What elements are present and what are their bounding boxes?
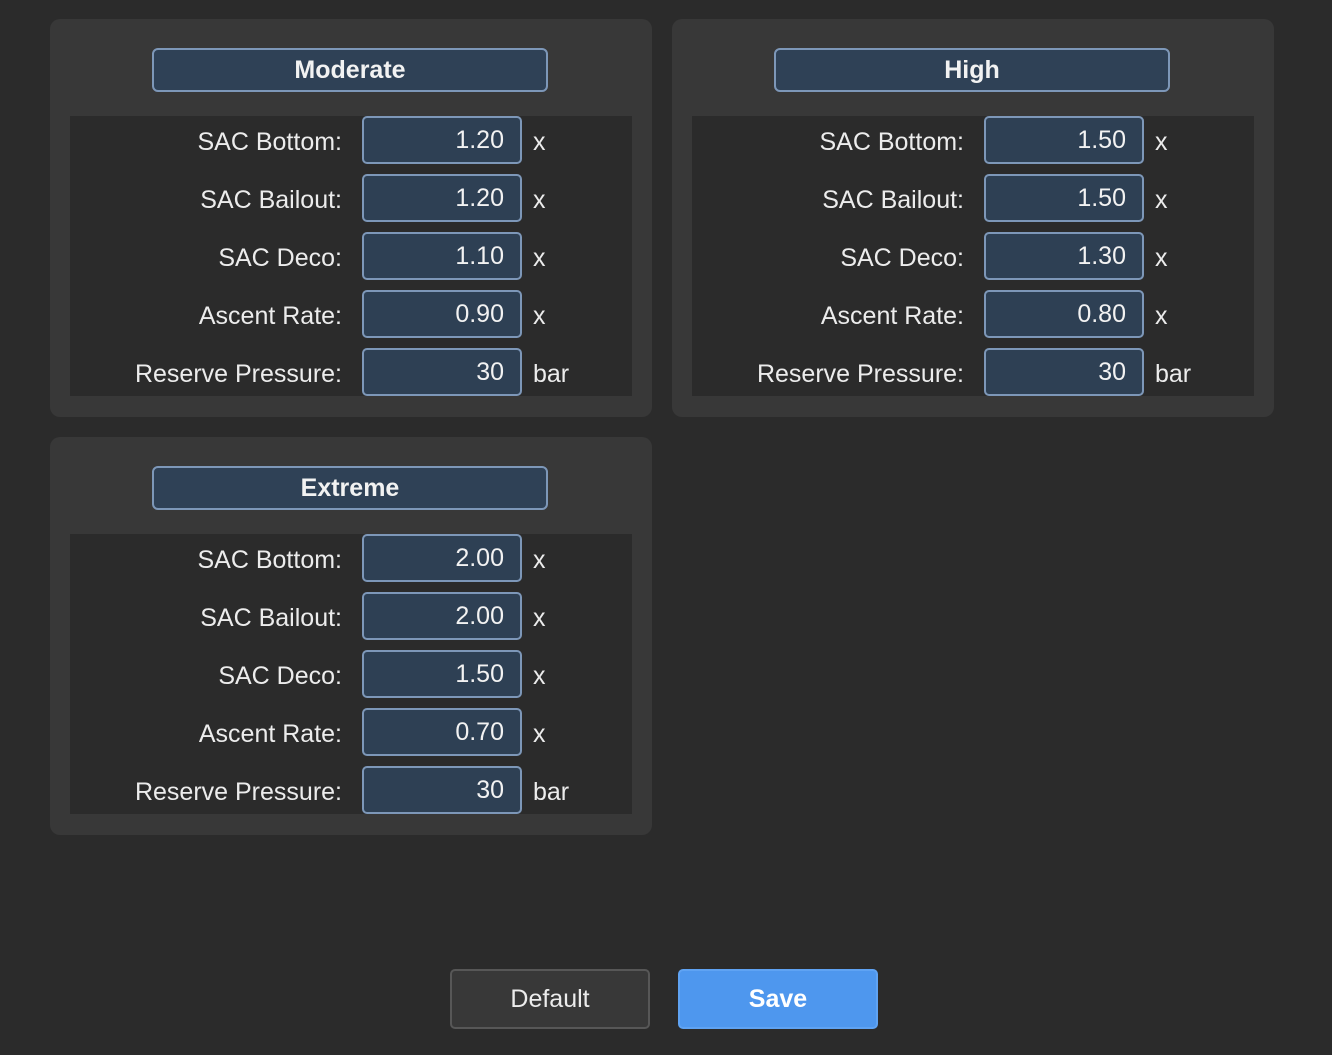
row-sac-deco: SAC Deco: x [692, 232, 1254, 280]
row-reserve-pressure: Reserve Pressure: bar [70, 766, 632, 814]
row-sac-bailout: SAC Bailout: x [692, 174, 1254, 222]
row-sac-bottom: SAC Bottom: x [70, 116, 632, 164]
save-button[interactable]: Save [678, 969, 878, 1029]
sac-bottom-unit: x [1155, 128, 1168, 156]
profile-title-extreme[interactable]: Extreme [152, 466, 548, 510]
sac-deco-label: SAC Deco: [840, 244, 964, 272]
row-sac-deco: SAC Deco: x [70, 232, 632, 280]
ascent-rate-label: Ascent Rate: [198, 302, 342, 330]
sac-bailout-unit: x [533, 186, 546, 214]
sac-bottom-unit: x [533, 128, 546, 156]
sac-bailout-label: SAC Bailout: [200, 604, 342, 632]
sac-bailout-input[interactable] [362, 174, 522, 222]
sac-deco-input[interactable] [984, 232, 1144, 280]
sac-bottom-input[interactable] [362, 116, 522, 164]
profile-fields-high: SAC Bottom: x SAC Bailout: x SAC Deco: x… [692, 116, 1254, 396]
row-sac-bottom: SAC Bottom: x [70, 534, 632, 582]
row-reserve-pressure: Reserve Pressure: bar [70, 348, 632, 396]
sac-bottom-input[interactable] [362, 534, 522, 582]
sac-bottom-input[interactable] [984, 116, 1144, 164]
sac-bailout-input[interactable] [984, 174, 1144, 222]
row-ascent-rate: Ascent Rate: x [692, 290, 1254, 338]
sac-bailout-unit: x [1155, 186, 1168, 214]
sac-bottom-label: SAC Bottom: [197, 546, 343, 574]
sac-deco-label: SAC Deco: [218, 244, 342, 272]
reserve-pressure-input[interactable] [362, 766, 522, 814]
sac-bailout-label: SAC Bailout: [822, 186, 964, 214]
row-reserve-pressure: Reserve Pressure: bar [692, 348, 1254, 396]
profile-title-high[interactable]: High [774, 48, 1170, 92]
ascent-rate-unit: x [533, 302, 546, 330]
sac-deco-label: SAC Deco: [218, 662, 342, 690]
ascent-rate-unit: x [1155, 302, 1168, 330]
profile-panel-high: High SAC Bottom: x SAC Bailout: x SAC De… [672, 19, 1274, 417]
reserve-pressure-label: Reserve Pressure: [756, 360, 964, 388]
row-sac-deco: SAC Deco: x [70, 650, 632, 698]
sac-bailout-label: SAC Bailout: [200, 186, 342, 214]
row-ascent-rate: Ascent Rate: x [70, 708, 632, 756]
ascent-rate-input[interactable] [362, 708, 522, 756]
sac-deco-unit: x [533, 662, 546, 690]
ascent-rate-input[interactable] [362, 290, 522, 338]
ascent-rate-unit: x [533, 720, 546, 748]
row-sac-bottom: SAC Bottom: x [692, 116, 1254, 164]
ascent-rate-label: Ascent Rate: [820, 302, 964, 330]
reserve-pressure-input[interactable] [984, 348, 1144, 396]
profile-title-moderate[interactable]: Moderate [152, 48, 548, 92]
sac-bailout-input[interactable] [362, 592, 522, 640]
reserve-pressure-unit: bar [533, 360, 570, 388]
reserve-pressure-label: Reserve Pressure: [134, 360, 342, 388]
sac-bottom-unit: x [533, 546, 546, 574]
reserve-pressure-unit: bar [533, 778, 570, 806]
sac-bottom-label: SAC Bottom: [197, 128, 343, 156]
profile-panel-moderate: Moderate SAC Bottom: x SAC Bailout: x SA… [50, 19, 652, 417]
profile-fields-extreme: SAC Bottom: x SAC Bailout: x SAC Deco: x… [70, 534, 632, 814]
sac-deco-input[interactable] [362, 650, 522, 698]
profile-fields-moderate: SAC Bottom: x SAC Bailout: x SAC Deco: x… [70, 116, 632, 396]
sac-deco-input[interactable] [362, 232, 522, 280]
row-ascent-rate: Ascent Rate: x [70, 290, 632, 338]
sac-bailout-unit: x [533, 604, 546, 632]
sac-bottom-label: SAC Bottom: [819, 128, 965, 156]
ascent-rate-label: Ascent Rate: [198, 720, 342, 748]
reserve-pressure-unit: bar [1155, 360, 1192, 388]
ascent-rate-input[interactable] [984, 290, 1144, 338]
sac-deco-unit: x [1155, 244, 1168, 272]
reserve-pressure-label: Reserve Pressure: [134, 778, 342, 806]
row-sac-bailout: SAC Bailout: x [70, 174, 632, 222]
default-button[interactable]: Default [450, 969, 650, 1029]
profile-panel-extreme: Extreme SAC Bottom: x SAC Bailout: x SAC… [50, 437, 652, 835]
sac-deco-unit: x [533, 244, 546, 272]
row-sac-bailout: SAC Bailout: x [70, 592, 632, 640]
reserve-pressure-input[interactable] [362, 348, 522, 396]
